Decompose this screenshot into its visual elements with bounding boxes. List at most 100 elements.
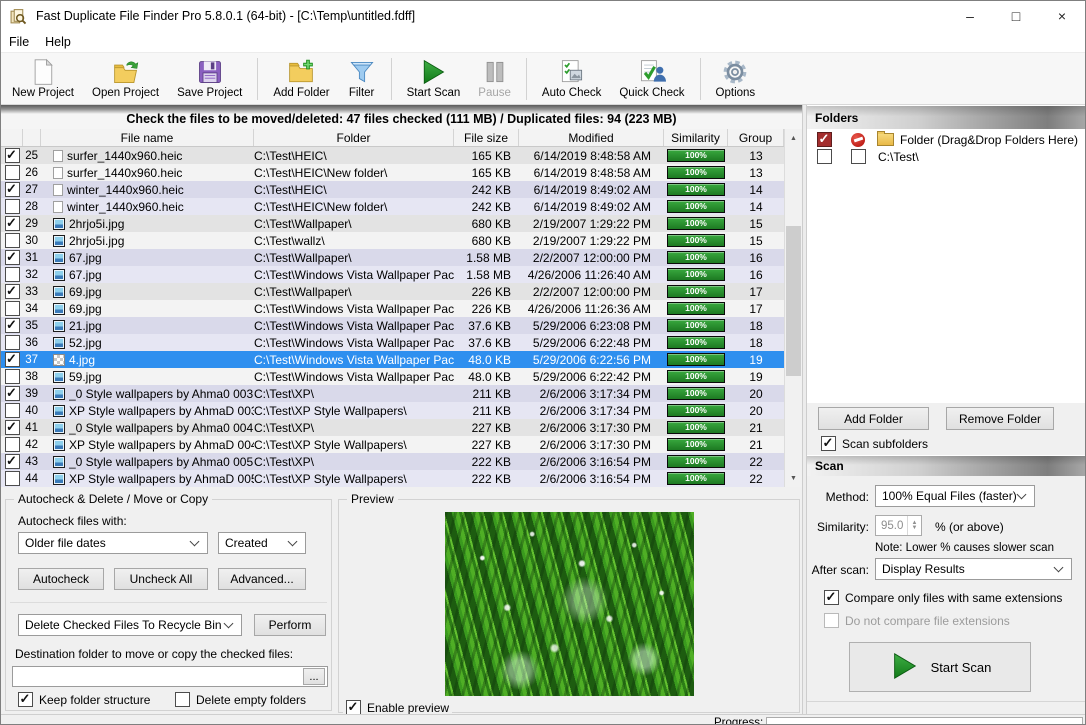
table-row[interactable]: 41_0 Style wallpapers by Ahma0 004.jpgC:…: [1, 419, 784, 436]
row-checkbox[interactable]: [5, 301, 20, 316]
row-checkbox[interactable]: [5, 352, 20, 367]
folder-checkbox[interactable]: [851, 149, 866, 164]
row-checkbox[interactable]: [5, 437, 20, 452]
row-checkbox[interactable]: [5, 454, 20, 469]
table-row[interactable]: 3652.jpgC:\Test\Windows Vista Wallpaper …: [1, 334, 784, 351]
row-checkbox[interactable]: [5, 471, 20, 486]
row-checkbox[interactable]: [5, 216, 20, 231]
browse-button[interactable]: ...: [303, 668, 325, 685]
perform-button[interactable]: Perform: [254, 614, 326, 636]
toolbar-button-save-project[interactable]: Save Project: [168, 56, 251, 101]
minimize-button[interactable]: –: [947, 1, 993, 31]
scan-subfolders-checkbox[interactable]: Scan subfolders: [821, 436, 928, 451]
column-header-folder[interactable]: Folder: [254, 129, 454, 146]
similarity-bar: 100%: [667, 200, 725, 213]
table-row[interactable]: 42XP Style wallpapers by AhmaD 004.jpgC:…: [1, 436, 784, 453]
enable-preview-checkbox[interactable]: Enable preview: [343, 700, 452, 715]
checkbox-icon[interactable]: [824, 590, 839, 605]
toolbar-button-open-project[interactable]: Open Project: [83, 56, 168, 101]
checkbox-icon[interactable]: [18, 692, 33, 707]
delete-empty-checkbox[interactable]: Delete empty folders: [175, 692, 306, 707]
table-row[interactable]: 43_0 Style wallpapers by Ahma0 005.jpgC:…: [1, 453, 784, 470]
similarity-value: 100%: [685, 423, 707, 432]
table-row[interactable]: 3267.jpgC:\Test\Windows Vista Wallpaper …: [1, 266, 784, 283]
table-row[interactable]: 39_0 Style wallpapers by Ahma0 003.jpgC:…: [1, 385, 784, 402]
compare-extensions-checkbox[interactable]: Compare only files with same extensions: [824, 590, 1062, 605]
table-row[interactable]: 3859.jpgC:\Test\Windows Vista Wallpaper …: [1, 368, 784, 385]
row-checkbox[interactable]: [5, 335, 20, 350]
action-dropdown[interactable]: Delete Checked Files To Recycle Bin: [18, 614, 242, 636]
destination-input[interactable]: [12, 666, 328, 687]
table-row[interactable]: 302hrjo5i.jpgC:\Test\wallz\680 KB2/19/20…: [1, 232, 784, 249]
row-checkbox[interactable]: [5, 165, 20, 180]
column-header-file-name[interactable]: File name: [41, 129, 254, 146]
toolbar-button-options[interactable]: Options: [707, 56, 765, 101]
folder-checkbox[interactable]: [817, 132, 832, 147]
table-row[interactable]: 40XP Style wallpapers by AhmaD 003.jpgC:…: [1, 402, 784, 419]
column-header-group[interactable]: Group: [728, 129, 784, 146]
column-header-check[interactable]: [1, 129, 23, 146]
autocheck-button[interactable]: Autocheck: [18, 568, 104, 590]
close-button[interactable]: ×: [1039, 1, 1085, 31]
table-row[interactable]: 3469.jpgC:\Test\Windows Vista Wallpaper …: [1, 300, 784, 317]
folder-row[interactable]: Folder (Drag&Drop Folders Here): [807, 131, 1086, 148]
similarity-bar: 100%: [667, 302, 725, 315]
column-header-similarity[interactable]: Similarity: [664, 129, 728, 146]
add-folder-button[interactable]: Add Folder: [818, 407, 929, 430]
table-row[interactable]: 3521.jpgC:\Test\Windows Vista Wallpaper …: [1, 317, 784, 334]
column-header-modified[interactable]: Modified: [519, 129, 664, 146]
scrollbar-thumb[interactable]: [786, 226, 801, 376]
checkbox-icon[interactable]: [175, 692, 190, 707]
date-type-dropdown[interactable]: Created: [218, 532, 306, 554]
similarity-spinner[interactable]: 95.0 ▲▼: [875, 515, 922, 536]
menu-help[interactable]: Help: [37, 35, 79, 49]
method-dropdown[interactable]: 100% Equal Files (faster): [875, 485, 1035, 507]
toolbar-button-start-scan[interactable]: Start Scan: [398, 56, 470, 101]
row-checkbox[interactable]: [5, 284, 20, 299]
after-scan-dropdown[interactable]: Display Results: [875, 558, 1072, 580]
row-checkbox[interactable]: [5, 318, 20, 333]
table-row[interactable]: 44XP Style wallpapers by AhmaD 005.jpgC:…: [1, 470, 784, 487]
toolbar-button-auto-check[interactable]: Auto Check: [533, 56, 610, 101]
row-checkbox[interactable]: [5, 386, 20, 401]
column-header-index[interactable]: [23, 129, 41, 146]
spinner-arrows-icon[interactable]: ▲▼: [907, 516, 921, 535]
row-checkbox[interactable]: [5, 420, 20, 435]
toolbar-button-new-project[interactable]: New Project: [3, 56, 83, 101]
row-checkbox[interactable]: [5, 182, 20, 197]
row-checkbox[interactable]: [5, 403, 20, 418]
scroll-up-icon[interactable]: ▲: [785, 130, 802, 146]
toolbar-button-filter[interactable]: Filter: [339, 56, 385, 101]
table-row[interactable]: 374.jpgC:\Test\Windows Vista Wallpaper P…: [1, 351, 784, 368]
table-row[interactable]: 292hrjo5i.jpgC:\Test\Wallpaper\680 KB2/1…: [1, 215, 784, 232]
table-row[interactable]: 3167.jpgC:\Test\Wallpaper\1.58 MB2/2/200…: [1, 249, 784, 266]
table-row[interactable]: 27winter_1440x960.heicC:\Test\HEIC\242 K…: [1, 181, 784, 198]
advanced-button[interactable]: Advanced...: [218, 568, 306, 590]
autocheck-criteria-dropdown[interactable]: Older file dates: [18, 532, 208, 554]
row-checkbox[interactable]: [5, 369, 20, 384]
maximize-button[interactable]: □: [993, 1, 1039, 31]
row-checkbox[interactable]: [5, 267, 20, 282]
start-scan-button[interactable]: Start Scan: [849, 642, 1031, 692]
uncheck-all-button[interactable]: Uncheck All: [114, 568, 208, 590]
checkbox-icon[interactable]: [821, 436, 836, 451]
toolbar-button-add-folder[interactable]: Add Folder: [264, 56, 338, 101]
remove-folder-button[interactable]: Remove Folder: [946, 407, 1054, 430]
toolbar-button-quick-check[interactable]: Quick Check: [610, 56, 693, 101]
scroll-down-icon[interactable]: ▼: [785, 470, 802, 486]
checkbox-icon[interactable]: [346, 700, 361, 715]
row-checkbox[interactable]: [5, 250, 20, 265]
menu-file[interactable]: File: [1, 35, 37, 49]
row-checkbox[interactable]: [5, 199, 20, 214]
table-row[interactable]: 26surfer_1440x960.heicC:\Test\HEIC\New f…: [1, 164, 784, 181]
row-checkbox[interactable]: [5, 148, 20, 163]
column-header-file-size[interactable]: File size: [454, 129, 519, 146]
folder-checkbox[interactable]: [817, 149, 832, 164]
keep-structure-checkbox[interactable]: Keep folder structure: [18, 692, 150, 707]
table-row[interactable]: 3369.jpgC:\Test\Wallpaper\226 KB2/2/2007…: [1, 283, 784, 300]
row-checkbox[interactable]: [5, 233, 20, 248]
table-row[interactable]: 28winter_1440x960.heicC:\Test\HEIC\New f…: [1, 198, 784, 215]
table-scrollbar[interactable]: ▲ ▼: [784, 129, 802, 487]
table-row[interactable]: 25surfer_1440x960.heicC:\Test\HEIC\165 K…: [1, 147, 784, 164]
folder-row[interactable]: C:\Test\: [807, 148, 1086, 165]
